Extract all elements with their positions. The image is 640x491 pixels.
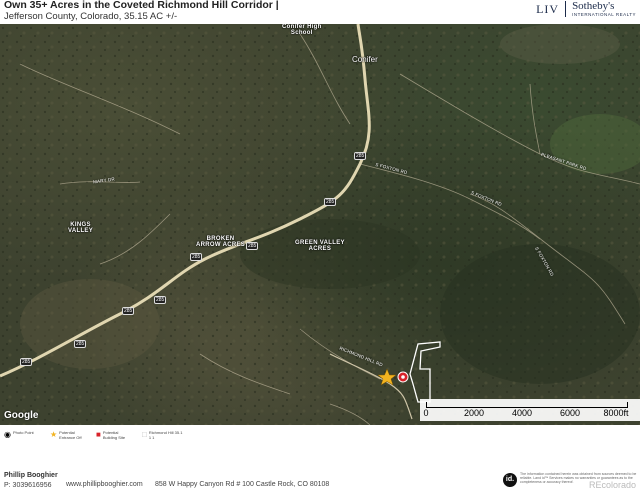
recolorado-watermark: REcolorado [588,480,636,490]
place-broken-arrow-acres: BROKEN ARROW ACRES [196,236,246,249]
brand-name: Sotheby's [572,0,615,12]
agent-phone[interactable]: P: 3039616956 [4,482,52,489]
listing-header: Own 35+ Acres in the Coveted Richmond Hi… [0,0,640,24]
legend-entrance: ★ Potential Entrance Off [50,430,82,440]
route-shield: 285 [122,307,135,315]
route-shield: 285 [246,242,259,250]
listing-subtitle: Jefferson County, Colorado, 35.15 AC +/- [4,11,178,22]
place-conifer: Conifer [352,55,378,64]
google-watermark: Google [4,410,39,421]
legend-photo-point: ◉ Photo Point [4,430,34,439]
place-kings-valley: KINGS VALLEY [68,222,94,235]
forest-patch [240,219,420,289]
building-site-icon: ■ [96,430,101,439]
listing-title: Own 35+ Acres in the Coveted Richmond Hi… [4,0,279,11]
legend-parcel: □ Richmond Hill 35.1 1 1 [142,430,183,440]
route-shield: 285 [354,152,367,160]
land-id-logo: id. [503,473,517,487]
map-legend: ◉ Photo Point ★ Potential Entrance Off ■… [0,425,640,445]
scale-label: 8000ft [603,408,629,418]
meadow-patch [500,24,620,64]
scale-label: 2000 [463,408,485,418]
scale-label: 6000 [559,408,581,418]
place-green-valley-acres: GREEN VALLEY ACRES [295,240,345,253]
brand-sothebys: Sotheby's INTERNATIONAL REALTY [572,1,636,18]
aerial-map[interactable]: Conifer High School Conifer KINGS VALLEY B… [0,24,640,425]
footer: Phillip Booghier P: 3039616956 www.phill… [0,445,640,491]
agent-address: 858 W Happy Canyon Rd # 100 Castle Rock,… [155,481,330,488]
place-conifer-high-school: Conifer High School [282,24,322,37]
agent-name: Phillip Booghier [4,472,58,479]
parcel-icon: □ [142,430,147,439]
map-overlay [0,24,640,425]
scale-label: 0 [423,408,429,418]
brand-tagline: INTERNATIONAL REALTY [572,12,636,17]
forest-patch [440,244,640,384]
route-shield: 285 [74,340,87,348]
agent-website-link[interactable]: www.phillipbooghier.com [66,481,143,488]
route-shield: 285 [20,358,33,366]
brand-logo: LIV Sotheby's INTERNATIONAL REALTY [536,1,636,18]
brand-liv: LIV [536,1,560,16]
star-icon: ★ [50,430,58,439]
camera-icon: ◉ [4,430,11,439]
building-site-dot [401,375,405,379]
brand-divider [565,1,567,18]
scale-label: 4000 [511,408,533,418]
route-shield: 285 [154,296,167,304]
route-shield: 285 [190,253,203,261]
legend-building-site: ■ Potential Building Site [96,430,126,440]
route-shield: 285 [324,198,337,206]
scale-bar: 0 2000 4000 6000 8000ft [420,399,640,421]
